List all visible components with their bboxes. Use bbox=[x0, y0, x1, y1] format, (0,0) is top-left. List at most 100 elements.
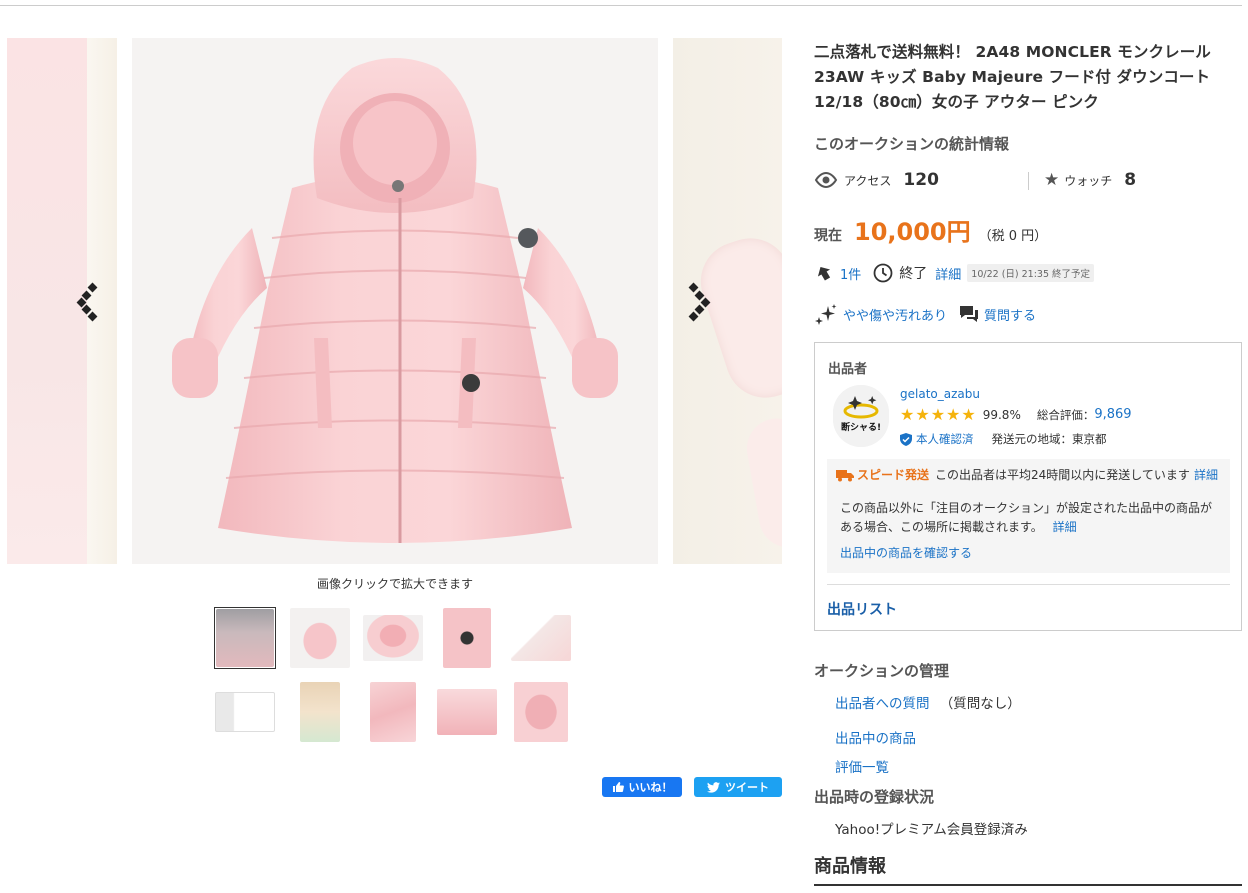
item-title: 二点落札で送料無料！ 2A48 MONCLER モンクレール 23AW キッズ … bbox=[814, 43, 1211, 111]
sparkle-icon bbox=[815, 304, 837, 325]
total-rating-link[interactable]: 9,869 bbox=[1094, 407, 1131, 422]
condition-link[interactable]: やや傷や汚れあり bbox=[843, 305, 947, 324]
thumbnail-4[interactable] bbox=[436, 607, 498, 669]
chat-bubble-icon bbox=[960, 306, 979, 322]
thumbnail-9[interactable] bbox=[436, 681, 498, 743]
seller-name-link[interactable]: gelato_azabu bbox=[900, 387, 980, 401]
registration-status: Yahoo!プレミアム会員登録済み bbox=[835, 822, 1028, 838]
gavel-icon bbox=[817, 266, 831, 281]
verification-row: 本人確認済 発送元の地域：東京都 bbox=[900, 431, 1107, 447]
price-row: 現在 10,000円 （税 0 円） bbox=[814, 212, 1047, 247]
thumbnail-8[interactable] bbox=[362, 681, 424, 743]
thumbnail-image bbox=[437, 689, 497, 735]
twitter-bird-icon bbox=[707, 781, 720, 793]
facebook-like-button[interactable]: いいね！ bbox=[602, 777, 682, 797]
rating-percent: 99.8% bbox=[982, 407, 1021, 422]
product-info-divider bbox=[814, 884, 1242, 886]
access-label: アクセス bbox=[844, 173, 892, 188]
avatar-text: 断シャる! bbox=[840, 423, 882, 433]
thumbnail-1[interactable] bbox=[214, 607, 276, 669]
access-stat: アクセス 120 bbox=[814, 170, 939, 190]
previous-image-button[interactable] bbox=[75, 282, 105, 322]
tweet-button[interactable]: ツイート bbox=[694, 777, 782, 797]
thumbnail-image bbox=[290, 608, 350, 668]
ship-from: 発送元の地域：東京都 bbox=[991, 432, 1107, 446]
end-time-badge: 10/22 (日) 21:35 終了予定 bbox=[967, 264, 1095, 282]
watch-count: 8 bbox=[1124, 170, 1137, 190]
seller-list-link[interactable]: 出品リスト bbox=[827, 599, 897, 619]
access-count: 120 bbox=[903, 170, 939, 190]
zoom-caption: 画像クリックで拡大できます bbox=[316, 577, 473, 591]
total-rating-label: 総合評価： bbox=[1036, 407, 1095, 422]
thumbnail-image bbox=[511, 615, 571, 661]
speed-shipping-row: スピード発送 この出品者は平均24時間以内に発送しています 詳細 bbox=[836, 466, 1218, 483]
seller-divider bbox=[827, 584, 1230, 585]
eye-icon bbox=[814, 172, 838, 188]
stats-divider bbox=[1028, 172, 1029, 190]
next-slide-image-detail bbox=[742, 413, 782, 553]
check-listings-link[interactable]: 出品中の商品を確認する bbox=[840, 544, 972, 561]
item-summary: 二点落札で送料無料！ 2A48 MONCLER モンクレール 23AW キッズ … bbox=[814, 40, 1242, 325]
thumbnail-image bbox=[300, 682, 340, 742]
chevron-left-icon bbox=[76, 282, 98, 322]
featured-notice: この商品以外に「注目のオークション」が設定された出品中の商品がある場合、この場所… bbox=[840, 499, 1220, 537]
thumbnail-image bbox=[215, 692, 275, 732]
seller-question-link[interactable]: 出品者への質問 bbox=[835, 696, 930, 712]
product-info-heading: 商品情報 bbox=[814, 856, 886, 877]
like-label: いいね！ bbox=[628, 781, 673, 794]
five-star-rating-icon: ★★★★★ bbox=[900, 405, 977, 424]
auction-management: オークションの管理 出品者への質問 （質問なし） 出品中の商品 評価一覧 bbox=[814, 660, 1242, 776]
speed-text: この出品者は平均24時間以内に発送しています bbox=[935, 468, 1190, 482]
featured-notice-text: この商品以外に「注目のオークション」が設定された出品中の商品がある場合、この場所… bbox=[840, 501, 1213, 534]
question-row: 出品者への質問 （質問なし） bbox=[835, 692, 1021, 712]
thumbnail-image bbox=[370, 682, 416, 742]
verified-shield-icon bbox=[900, 432, 912, 446]
stats-row: アクセス 120 ★ ウォッチ 8 bbox=[814, 170, 1242, 192]
price-label: 現在 bbox=[814, 228, 842, 244]
end-detail-link[interactable]: 詳細 bbox=[935, 264, 961, 283]
seller-heading: 出品者 bbox=[828, 362, 868, 377]
end-label: 終了 bbox=[899, 266, 928, 282]
seller-avatar-image bbox=[833, 385, 889, 447]
watch-label: ウォッチ bbox=[1064, 173, 1113, 188]
thumbnail-image bbox=[443, 608, 491, 668]
management-heading: オークションの管理 bbox=[814, 662, 950, 680]
thumbnail-image bbox=[363, 615, 423, 661]
chevron-right-icon bbox=[688, 282, 711, 322]
tax-amount: （税 0 円） bbox=[978, 229, 1048, 244]
speed-detail-link[interactable]: 詳細 bbox=[1194, 466, 1218, 483]
main-product-image[interactable] bbox=[132, 38, 658, 564]
listing-items-link[interactable]: 出品中の商品 bbox=[835, 727, 916, 747]
question-status: （質問なし） bbox=[939, 696, 1021, 712]
pink-down-coat-photo bbox=[132, 38, 658, 564]
seller-avatar[interactable]: 断シャる! bbox=[833, 385, 889, 447]
registration-heading: 出品時の登録状況 bbox=[814, 788, 935, 806]
seller-card: 出品者 断シャる! gelato_azabu ★★★★★ 99.8% 総合評価：… bbox=[814, 342, 1242, 631]
bid-row: 1件 終了 詳細 10/22 (日) 21:35 終了予定 bbox=[814, 263, 1095, 283]
condition-row: やや傷や汚れあり 質問する bbox=[814, 303, 1036, 325]
seller-rating-row: ★★★★★ 99.8% 総合評価： 9,869 bbox=[900, 405, 1132, 424]
next-image-button[interactable] bbox=[684, 282, 714, 322]
thumbnail-3[interactable] bbox=[362, 607, 424, 669]
current-price: 10,000円 bbox=[854, 218, 971, 246]
bid-count-link[interactable]: 1件 bbox=[840, 264, 861, 283]
star-icon: ★ bbox=[1044, 170, 1060, 190]
thumbnail-5[interactable] bbox=[510, 607, 572, 669]
ask-question-link[interactable]: 質問する bbox=[984, 305, 1036, 324]
thumbnail-image bbox=[216, 609, 274, 667]
thumbnail-image bbox=[514, 682, 568, 742]
reviews-link[interactable]: 評価一覧 bbox=[835, 756, 889, 776]
watch-stat: ★ ウォッチ 8 bbox=[1044, 170, 1136, 190]
thumbnail-6[interactable] bbox=[214, 681, 276, 743]
verified-link[interactable]: 本人確認済 bbox=[916, 431, 974, 447]
featured-detail-link[interactable]: 詳細 bbox=[1053, 520, 1077, 534]
thumbs-up-icon bbox=[612, 782, 624, 792]
thumbnail-7[interactable] bbox=[289, 681, 351, 743]
clock-icon bbox=[873, 263, 893, 283]
thumbnail-10[interactable] bbox=[510, 681, 572, 743]
thumbnail-2[interactable] bbox=[289, 607, 351, 669]
seller-notice: スピード発送 この出品者は平均24時間以内に発送しています 詳細 この商品以外に… bbox=[827, 459, 1230, 573]
stats-heading: このオークションの統計情報 bbox=[814, 135, 1010, 153]
top-divider bbox=[0, 5, 1242, 6]
truck-icon bbox=[836, 469, 854, 481]
